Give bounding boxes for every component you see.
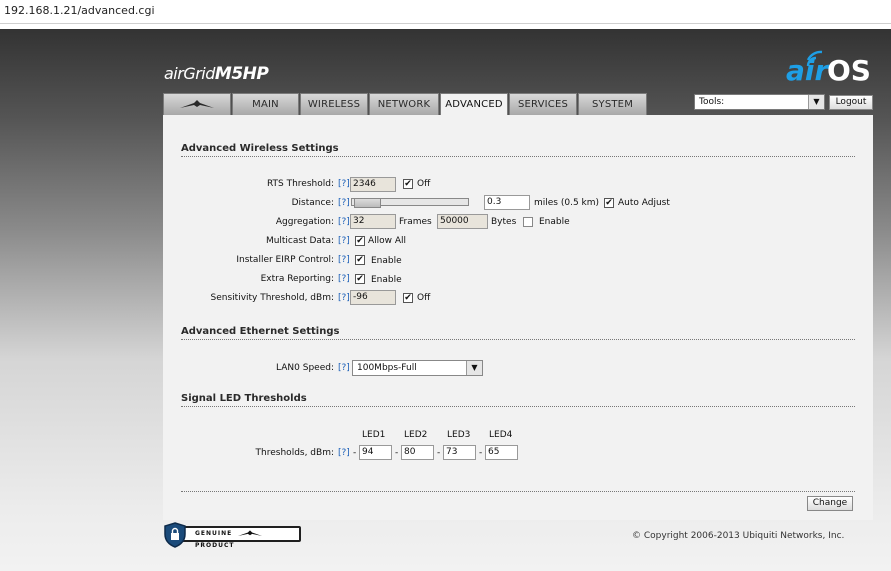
frames-label: Frames [399, 217, 432, 227]
auto-adjust-checkbox[interactable]: ✔ [604, 198, 614, 208]
multicast-allow-label: Allow All [368, 236, 407, 246]
product-prefix: airGrid [164, 64, 215, 83]
installer-eirp-label: Installer EIRP Control: [236, 255, 334, 265]
ubiquiti-logo-icon [238, 530, 263, 536]
advanced-wireless-title: Advanced Wireless Settings [181, 143, 339, 154]
product-logo: airGridM5HP [164, 64, 269, 84]
led3-header: LED3 [447, 430, 471, 440]
rts-off-checkbox[interactable]: ✔ [403, 179, 413, 189]
led4-minus: - [479, 448, 483, 458]
tab-network[interactable]: NETWORK [369, 93, 439, 115]
airos-os-text: OS [827, 54, 871, 87]
led2-threshold-input[interactable]: 80 [401, 445, 434, 460]
lan0-speed-select[interactable]: 100Mbps-Full ▼ [352, 360, 483, 376]
aggregation-enable-label: Enable [539, 217, 570, 227]
tab-advanced[interactable]: ADVANCED [440, 93, 508, 116]
aggregation-enable-checkbox[interactable] [523, 217, 533, 227]
section-divider [181, 491, 855, 492]
led3-minus: - [437, 448, 441, 458]
distance-help-link[interactable]: [?] [338, 198, 350, 208]
led1-threshold-input[interactable]: 94 [359, 445, 392, 460]
tab-services[interactable]: SERVICES [509, 93, 577, 115]
lan0-help-link[interactable]: [?] [338, 363, 350, 373]
chevron-down-icon: ▼ [466, 361, 482, 375]
installer-eirp-checkbox[interactable]: ✔ [355, 255, 365, 265]
airos-air-text: air [786, 54, 829, 87]
distance-slider[interactable] [351, 198, 469, 208]
logout-button[interactable]: Logout [829, 95, 873, 110]
product-text: PRODUCT [195, 542, 235, 549]
led2-header: LED2 [404, 430, 428, 440]
distance-slider-handle[interactable] [354, 198, 381, 208]
multicast-help-link[interactable]: [?] [338, 236, 350, 246]
distance-input[interactable]: 0.3 [484, 195, 530, 210]
bytes-label: Bytes [491, 217, 517, 227]
installer-eirp-help-link[interactable]: [?] [338, 255, 350, 265]
tab-system[interactable]: SYSTEM [578, 93, 647, 115]
section-divider [181, 339, 855, 340]
tab-ubnt-logo[interactable] [163, 93, 231, 115]
tools-label: Tools: [699, 97, 725, 107]
distance-unit: miles (0.5 km) [534, 198, 600, 208]
sensitivity-off-checkbox[interactable]: ✔ [403, 293, 413, 303]
tab-main[interactable]: MAIN [232, 93, 299, 115]
aggregation-help-link[interactable]: [?] [338, 217, 350, 227]
led2-minus: - [395, 448, 399, 458]
sensitivity-off-label: Off [417, 293, 431, 303]
extra-reporting-help-link[interactable]: [?] [338, 274, 350, 284]
auto-adjust-label: Auto Adjust [618, 198, 670, 208]
rts-threshold-label: RTS Threshold: [266, 179, 334, 189]
led3-threshold-input[interactable]: 73 [443, 445, 476, 460]
change-button[interactable]: Change [807, 496, 853, 511]
thresholds-help-link[interactable]: [?] [338, 448, 350, 458]
tools-dropdown[interactable]: Tools: ▼ [694, 94, 825, 110]
genuine-text: GENUINE [195, 530, 233, 537]
section-divider [181, 406, 855, 407]
lan0-speed-value: 100Mbps-Full [357, 363, 417, 373]
extra-reporting-checkbox[interactable]: ✔ [355, 274, 365, 284]
led4-threshold-input[interactable]: 65 [485, 445, 518, 460]
section-divider [181, 156, 855, 157]
genuine-product-plate: GENUINE PRODUCT [171, 526, 301, 549]
product-model: M5HP [214, 64, 269, 84]
multicast-label: Multicast Data: [265, 236, 334, 246]
multicast-allow-checkbox[interactable]: ✔ [355, 236, 365, 246]
settings-panel: Advanced Wireless Settings RTS Threshold… [163, 115, 873, 520]
shield-lock-icon [164, 522, 186, 548]
aggregation-bytes-input[interactable]: 50000 [437, 214, 488, 229]
led1-header: LED1 [362, 430, 386, 440]
extra-reporting-label: Extra Reporting: [260, 274, 334, 284]
copyright-text: © Copyright 2006-2013 Ubiquiti Networks,… [632, 531, 845, 541]
genuine-product-badge: GENUINE PRODUCT [163, 522, 303, 549]
signal-led-title: Signal LED Thresholds [181, 393, 307, 404]
rts-help-link[interactable]: [?] [338, 179, 350, 189]
tab-wireless[interactable]: WIRELESS [300, 93, 368, 115]
sensitivity-help-link[interactable]: [?] [338, 293, 350, 303]
rts-threshold-input[interactable]: 2346 [350, 177, 396, 192]
aggregation-label: Aggregation: [275, 217, 334, 227]
sensitivity-threshold-input[interactable]: -96 [350, 290, 396, 305]
thresholds-label: Thresholds, dBm: [255, 448, 334, 458]
airos-logo: air OS [786, 50, 876, 88]
rts-off-label: Off [417, 179, 431, 189]
led1-minus: - [353, 448, 357, 458]
extra-reporting-enable-label: Enable [371, 275, 402, 285]
led4-header: LED4 [489, 430, 513, 440]
address-bar[interactable]: 192.168.1.21/advanced.cgi [0, 0, 891, 24]
chevron-down-icon: ▼ [808, 95, 824, 109]
lan0-speed-label: LAN0 Speed: [276, 363, 334, 373]
advanced-ethernet-title: Advanced Ethernet Settings [181, 326, 340, 337]
installer-eirp-enable-label: Enable [371, 256, 402, 266]
aggregation-frames-input[interactable]: 32 [350, 214, 396, 229]
sensitivity-threshold-label: Sensitivity Threshold, dBm: [210, 293, 334, 303]
ubiquiti-logo-icon [180, 100, 214, 108]
distance-label: Distance: [291, 198, 334, 208]
